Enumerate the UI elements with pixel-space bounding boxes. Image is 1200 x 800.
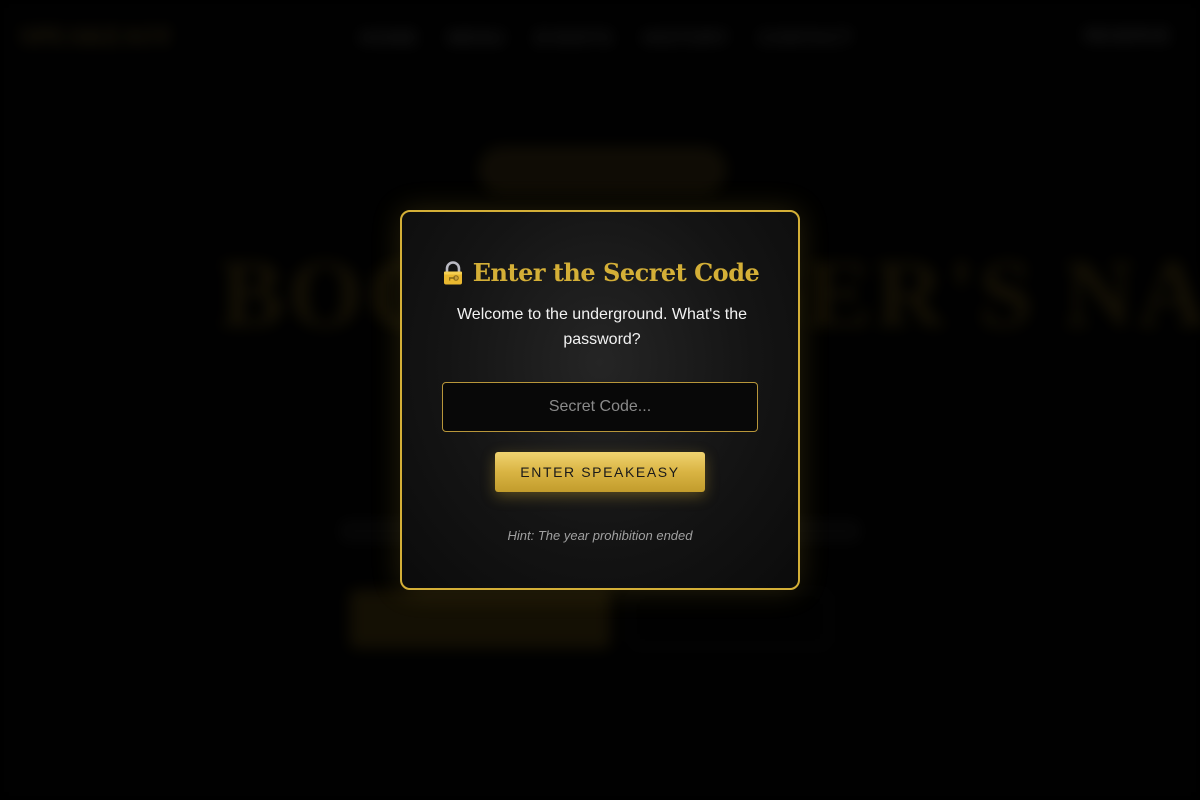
modal-title-text: Enter the Secret Code xyxy=(472,258,760,287)
secret-code-input[interactable] xyxy=(442,382,758,432)
enter-speakeasy-button[interactable]: ENTER SPEAKEASY xyxy=(495,452,705,492)
modal-title: Enter the Secret Code xyxy=(402,258,798,287)
secret-code-modal: Enter the Secret Code Welcome to the und… xyxy=(400,210,800,590)
hint-text: Hint: The year prohibition ended xyxy=(507,528,693,543)
lock-with-key-icon xyxy=(441,260,465,285)
modal-message: Welcome to the underground. What's the p… xyxy=(456,306,748,348)
